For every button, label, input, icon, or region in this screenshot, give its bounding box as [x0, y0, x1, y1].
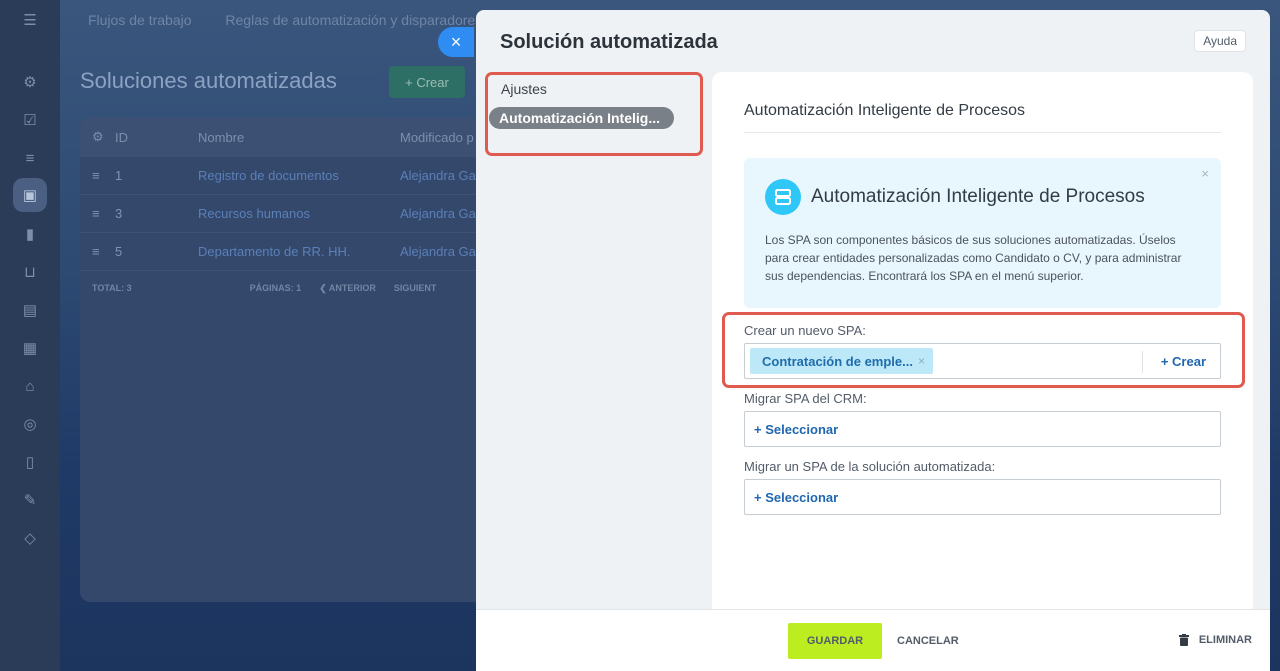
row-name[interactable]: Registro de documentos [198, 168, 400, 183]
delete-button[interactable]: ELIMINAR [1178, 634, 1252, 646]
left-rail: ☰ ⚙ ☑ ≡ ▣ ▮ ⊔ ▤ ▦ ⌂ ◎ ▯ ✎ ◇ [0, 0, 60, 671]
row-name[interactable]: Recursos humanos [198, 206, 400, 221]
box-icon[interactable]: ◇ [18, 526, 42, 550]
sign-icon[interactable]: ✎ [18, 488, 42, 512]
column-name[interactable]: Nombre [198, 130, 400, 145]
solutions-table: ⚙ ID Nombre Modificado p ≡ 1 Registro de… [80, 117, 500, 602]
table-row[interactable]: ≡ 5 Departamento de RR. HH. Alejandra Ga [80, 233, 500, 271]
row-modified[interactable]: Alejandra Ga [400, 206, 476, 221]
panel-footer: GUARDAR CANCELAR ELIMINAR [476, 609, 1270, 671]
nav-workflows[interactable]: Flujos de trabajo [88, 12, 192, 28]
tasks-icon[interactable]: ☑ [18, 108, 42, 132]
save-button[interactable]: GUARDAR [788, 623, 882, 659]
nav-automation-rules[interactable]: Reglas de automatización y disparadores [225, 12, 482, 28]
panel-title: Solución automatizada [500, 31, 718, 53]
trash-icon [1178, 634, 1189, 646]
divider [744, 132, 1221, 133]
create-button[interactable]: + Crear [389, 66, 465, 98]
info-text: Los SPA son componentes básicos de sus s… [765, 233, 1182, 283]
close-icon[interactable]: × [1201, 166, 1209, 181]
close-panel-button[interactable]: × [438, 27, 474, 57]
cart-icon[interactable]: ⊔ [18, 260, 42, 284]
row-id: 1 [115, 168, 123, 183]
spa-icon [765, 179, 801, 215]
content-card: Automatización Inteligente de Procesos A… [712, 72, 1253, 632]
column-id[interactable]: ID [115, 130, 198, 145]
solution-panel: Solución automatizada Ayuda Ajustes Auto… [476, 10, 1270, 671]
info-title: Automatización Inteligente de Procesos [811, 186, 1145, 207]
row-name[interactable]: Departamento de RR. HH. [198, 244, 400, 259]
contacts-icon[interactable]: ▤ [18, 298, 42, 322]
prev-page-link[interactable]: ❮ ANTERIOR [319, 283, 376, 294]
cancel-button[interactable]: CANCELAR [897, 635, 959, 647]
help-button[interactable]: Ayuda [1194, 30, 1246, 52]
next-page-link[interactable]: SIGUIENT [394, 283, 437, 294]
target-icon[interactable]: ◎ [18, 412, 42, 436]
delete-label: ELIMINAR [1198, 634, 1252, 646]
pages-count: PÁGINAS: 1 [249, 283, 302, 293]
table-footer: TOTAL: 3 PÁGINAS: 1 ❮ ANTERIOR SIGUIENT [80, 271, 500, 306]
calendar-icon[interactable]: ▦ [18, 336, 42, 360]
highlight-box-menu [485, 72, 703, 156]
top-navigation: Flujos de trabajo Reglas de automatizaci… [88, 12, 512, 28]
menu-icon[interactable]: ☰ [18, 8, 42, 32]
migrate-solution-field[interactable]: + Seleccionar [744, 479, 1221, 515]
store-icon[interactable]: ⌂ [18, 374, 42, 398]
table-header: ⚙ ID Nombre Modificado p [80, 117, 500, 157]
document-icon[interactable]: ▯ [18, 450, 42, 474]
analytics-icon[interactable]: ▮ [18, 222, 42, 246]
table-row[interactable]: ≡ 1 Registro de documentos Alejandra Ga [80, 157, 500, 195]
filter-icon[interactable]: ≡ [18, 146, 42, 170]
info-banner: Automatización Inteligente de Procesos ×… [744, 158, 1221, 308]
total-count: TOTAL: 3 [92, 283, 132, 293]
migrate-crm-field[interactable]: + Seleccionar [744, 411, 1221, 447]
row-id: 3 [115, 206, 123, 221]
drag-handle-icon[interactable]: ≡ [80, 244, 115, 259]
row-modified[interactable]: Alejandra Ga [400, 168, 476, 183]
select-solution-spa-button[interactable]: + Seleccionar [754, 490, 838, 505]
select-crm-spa-button[interactable]: + Seleccionar [754, 422, 838, 437]
row-id: 5 [115, 244, 123, 259]
column-modified[interactable]: Modificado p [400, 130, 474, 145]
row-modified[interactable]: Alejandra Ga [400, 244, 476, 259]
crm-icon[interactable]: ⚙ [18, 70, 42, 94]
automation-icon[interactable]: ▣ [13, 178, 47, 212]
drag-handle-icon[interactable]: ≡ [80, 168, 115, 183]
section-title: Automatización Inteligente de Procesos [744, 102, 1026, 119]
table-row[interactable]: ≡ 3 Recursos humanos Alejandra Ga [80, 195, 500, 233]
highlight-box-new-spa [722, 312, 1245, 388]
drag-handle-icon[interactable]: ≡ [80, 206, 115, 221]
migrate-crm-label: Migrar SPA del CRM: [744, 391, 867, 406]
page-title: Soluciones automatizadas [80, 68, 337, 93]
settings-icon[interactable]: ⚙ [80, 129, 115, 145]
migrate-solution-label: Migrar un SPA de la solución automatizad… [744, 459, 996, 474]
